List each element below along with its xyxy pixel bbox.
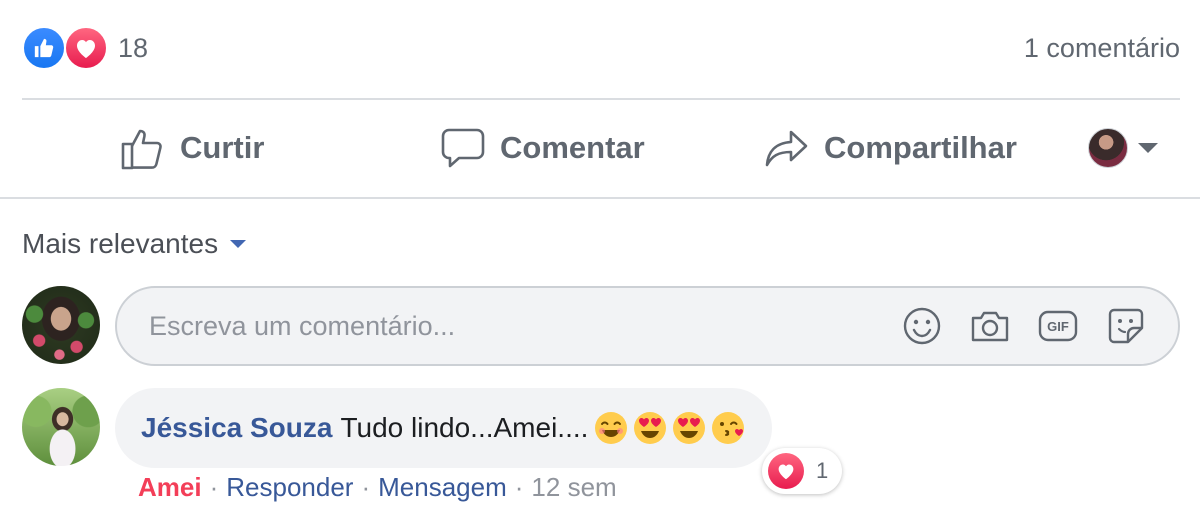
reply-button[interactable]: Responder [226, 472, 353, 503]
reaction-count: 1 [816, 458, 829, 483]
comment-sort-dropdown[interactable]: Mais relevantes [22, 228, 247, 260]
love-icon [768, 453, 804, 489]
reactions-summary: 18 1 comentário [22, 22, 1180, 74]
comment-actions: Amei · Responder · Mensagem · 12 sem [138, 472, 617, 503]
comment-author-link[interactable]: Jéssica Souza [141, 412, 332, 444]
post-action-bar: Curtir Comentar Compartilhar [0, 100, 1200, 196]
sticker-icon[interactable] [1104, 304, 1148, 348]
avatar [1088, 128, 1128, 168]
audience-selector[interactable] [1088, 128, 1158, 168]
camera-icon[interactable] [968, 304, 1012, 348]
comment-sort-label: Mais relevantes [22, 228, 219, 259]
separator-dot: · [209, 472, 219, 502]
share-button[interactable]: Compartilhar [764, 124, 1017, 172]
reaction-icons[interactable] [22, 26, 108, 70]
heart-eyes-emoji [634, 412, 667, 444]
smiling-face-emoji [595, 412, 628, 444]
speech-bubble-icon [441, 128, 485, 168]
share-button-label: Compartilhar [824, 130, 1017, 165]
commenter-avatar[interactable] [22, 388, 100, 466]
message-button[interactable]: Mensagem [378, 472, 507, 503]
chevron-down-icon [230, 240, 247, 248]
react-button[interactable]: Amei [138, 472, 202, 503]
comment-composer[interactable]: GIF [115, 286, 1180, 366]
composer-tools: GIF [876, 304, 1148, 348]
comment-bubble: Jéssica Souza Tudo lindo...Amei.... [115, 388, 773, 468]
gif-icon[interactable]: GIF [1036, 304, 1080, 348]
comment-timestamp[interactable]: 12 sem [531, 472, 616, 503]
comment-text: Tudo lindo...Amei.... [340, 412, 589, 443]
like-button[interactable]: Curtir [120, 124, 264, 172]
comment-button-label: Comentar [500, 130, 645, 165]
heart-eyes-emoji [673, 412, 706, 444]
comment-reaction-count[interactable]: 1 [762, 448, 843, 494]
comment-button[interactable]: Comentar [440, 124, 645, 172]
separator-dot: · [514, 472, 524, 502]
svg-text:GIF: GIF [1047, 319, 1069, 334]
thumbs-up-icon [121, 129, 162, 170]
like-button-label: Curtir [180, 130, 265, 165]
current-user-avatar[interactable] [22, 286, 100, 364]
emoji-icon[interactable] [900, 304, 944, 348]
kissing-face-emoji [712, 412, 745, 444]
comment-input[interactable] [147, 309, 876, 343]
separator-dot: · [361, 472, 371, 502]
love-icon [64, 26, 108, 70]
chevron-down-icon [1138, 143, 1158, 153]
comment-emojis [590, 410, 746, 446]
like-icon [22, 26, 66, 70]
share-arrow-icon [765, 130, 808, 167]
reaction-count[interactable]: 18 [118, 33, 148, 64]
divider [0, 197, 1200, 199]
comment-count-link[interactable]: 1 comentário [1024, 33, 1180, 64]
